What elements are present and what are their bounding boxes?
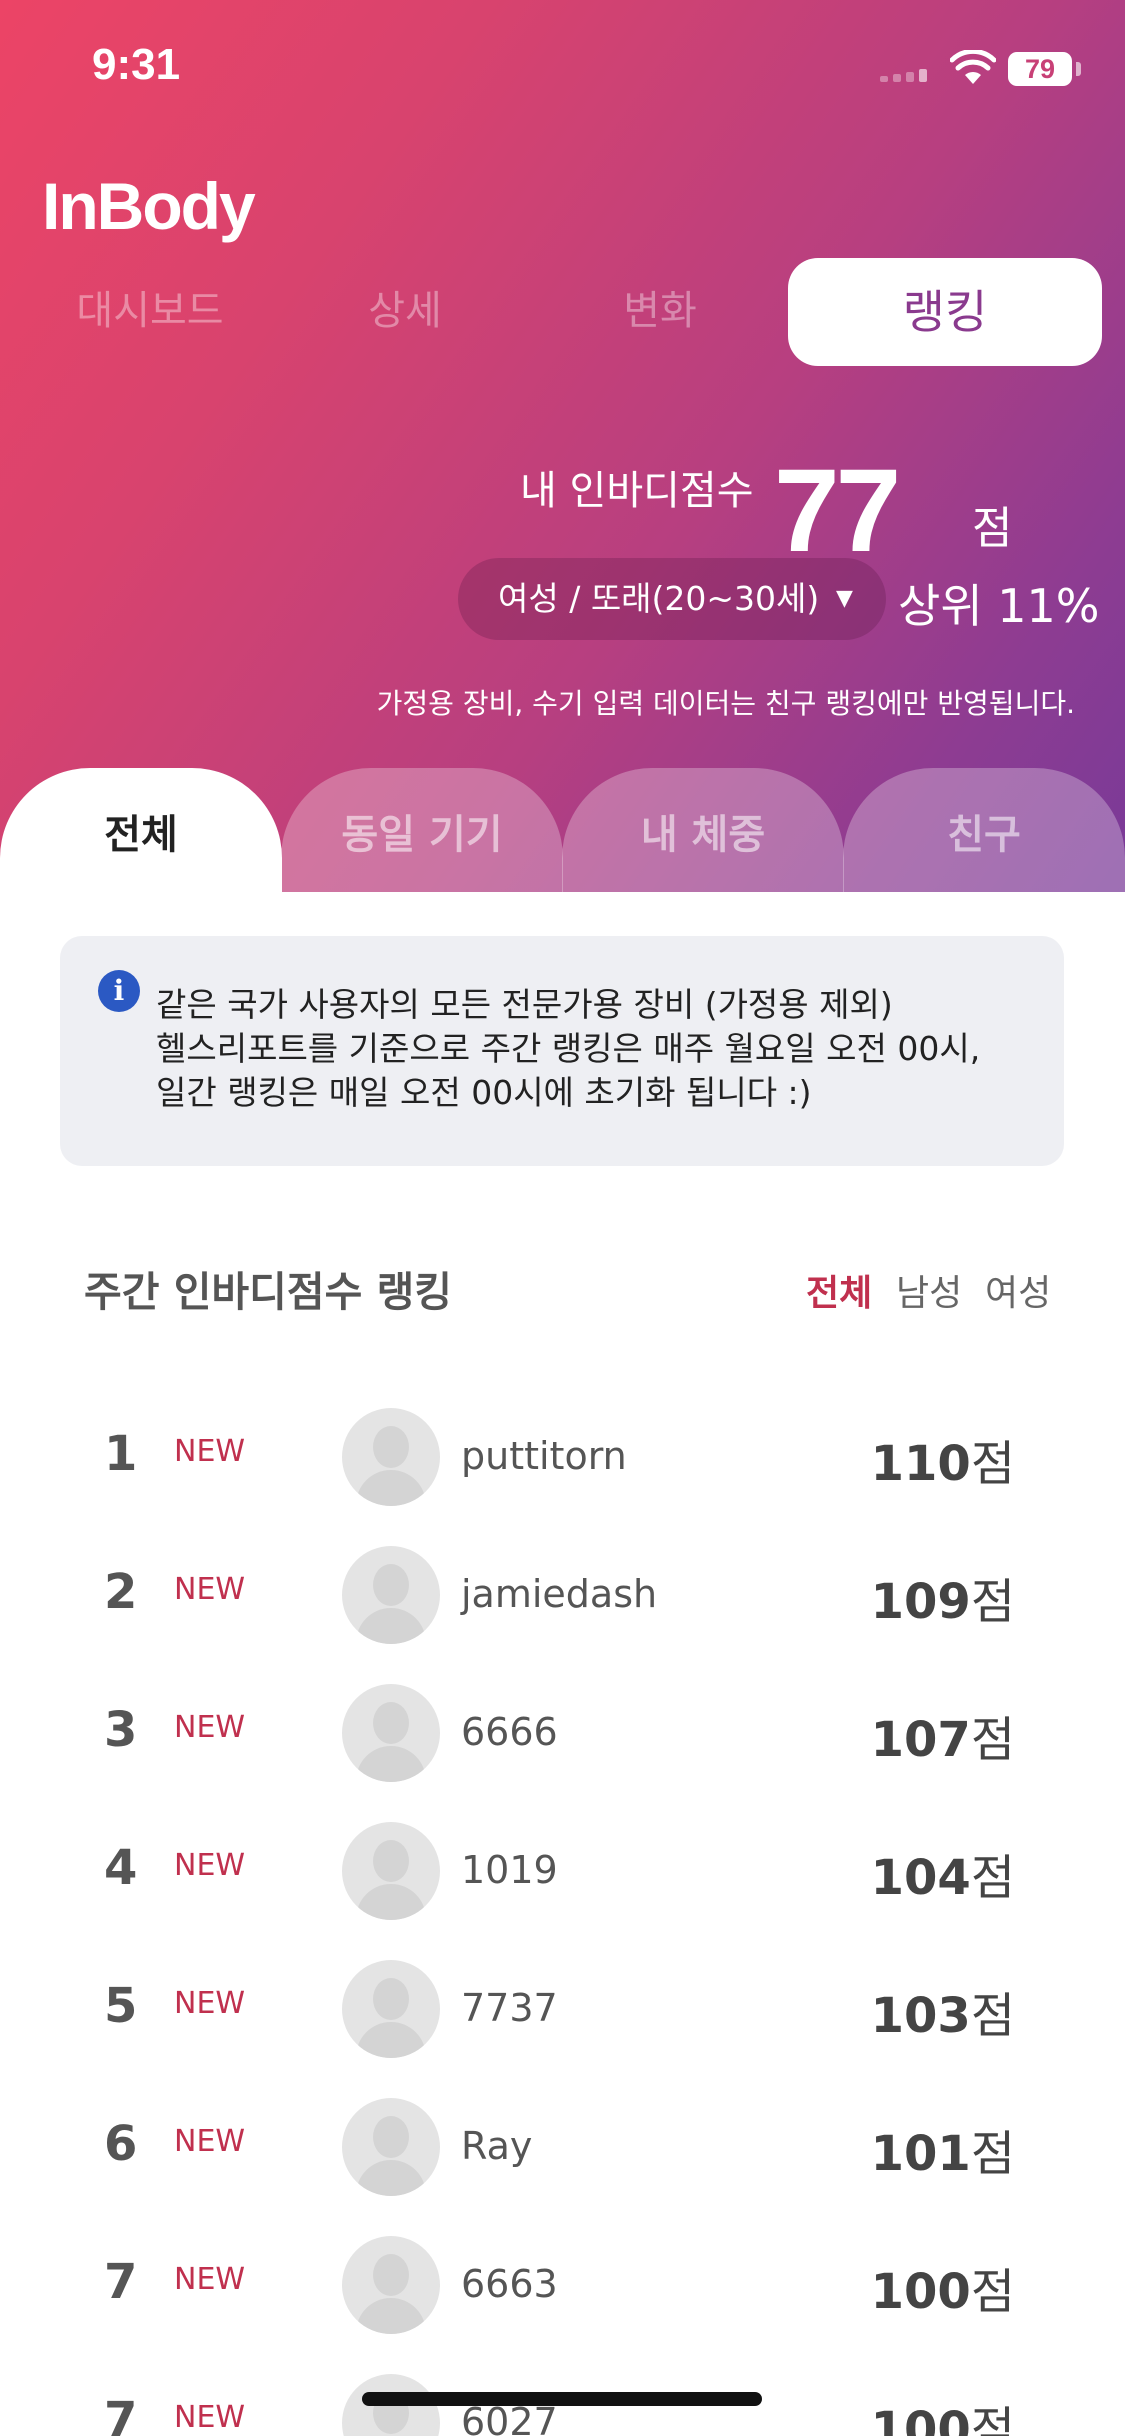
score-unit: 점 [972, 503, 1013, 554]
tab-detail[interactable]: 상세 [300, 272, 510, 350]
ranking-row[interactable]: 4 NEW 1019 104점 [0, 1800, 1125, 1938]
rank-percentile: 상위 11% [898, 579, 1100, 633]
info-line: 같은 국가 사용자의 모든 전문가용 장비 (가정용 제외) [156, 985, 893, 1024]
info-line: 헬스리포트를 기준으로 주간 랭킹은 매주 월요일 오전 00시, [156, 1029, 981, 1068]
app-logo: InBody [42, 169, 256, 243]
info-box: i 같은 국가 사용자의 모든 전문가용 장비 (가정용 제외) 헬스리포트를 … [60, 936, 1064, 1166]
ranking-title: 주간 인바디점수 랭킹 [84, 1268, 453, 1316]
tab-my-weight[interactable]: 내 체중 [562, 768, 844, 892]
user-score: 100점 [870, 2402, 1015, 2436]
battery-icon: 79 [1008, 52, 1072, 86]
rank-number: 5 [104, 1978, 138, 2034]
new-badge: NEW [174, 1572, 246, 1607]
user-name: Ray [461, 2124, 533, 2168]
user-score: 109점 [870, 1574, 1015, 1630]
new-badge: NEW [174, 2124, 246, 2159]
rank-number: 2 [104, 1564, 138, 1620]
tab-same-device[interactable]: 동일 기기 [281, 768, 563, 892]
new-badge: NEW [174, 2262, 246, 2297]
info-icon: i [98, 970, 140, 1012]
avatar [342, 2098, 440, 2196]
ranking-row[interactable]: 7 NEW 6663 100점 [0, 2214, 1125, 2352]
user-name: 6663 [461, 2262, 558, 2306]
rank-number: 7 [104, 2254, 138, 2310]
new-badge: NEW [174, 1434, 246, 1469]
ranking-row[interactable]: 2 NEW jamiedash 109점 [0, 1524, 1125, 1662]
user-score: 107점 [870, 1712, 1015, 1768]
user-name: 7737 [461, 1986, 558, 2030]
wifi-icon [950, 50, 996, 84]
tab-friends[interactable]: 친구 [843, 768, 1125, 892]
tab-all[interactable]: 전체 [0, 768, 282, 892]
avatar [342, 1822, 440, 1920]
user-score: 110점 [870, 1436, 1015, 1492]
ranking-row[interactable]: 6 NEW Ray 101점 [0, 2076, 1125, 2214]
tab-change[interactable]: 변화 [555, 272, 765, 350]
status-time: 9:31 [92, 40, 181, 89]
rank-number: 4 [104, 1840, 138, 1896]
group-filter-dropdown[interactable]: 여성 / 또래(20~30세) ▼ [458, 558, 886, 640]
caret-down-icon: ▼ [836, 586, 853, 611]
ranking-row[interactable]: 3 NEW 6666 107점 [0, 1662, 1125, 1800]
gender-filter-male[interactable]: 남성 [896, 1264, 962, 1316]
battery-nub [1076, 62, 1081, 76]
score-value: 77 [774, 445, 901, 577]
avatar [342, 1546, 440, 1644]
avatar [342, 2236, 440, 2334]
new-badge: NEW [174, 1710, 246, 1745]
user-name: 1019 [461, 1848, 558, 1892]
rank-number: 1 [104, 1426, 138, 1482]
ranking-row[interactable]: 1 NEW puttitorn 110점 [0, 1386, 1125, 1524]
user-score: 103점 [870, 1988, 1015, 2044]
avatar [342, 1684, 440, 1782]
user-score: 100점 [870, 2264, 1015, 2320]
new-badge: NEW [174, 1848, 246, 1883]
rank-number: 6 [104, 2116, 138, 2172]
user-name: 6666 [461, 1710, 558, 1754]
gender-filter-all[interactable]: 전체 [806, 1264, 872, 1316]
ranking-notice: 가정용 장비, 수기 입력 데이터는 친구 랭킹에만 반영됩니다. [376, 687, 1075, 720]
home-indicator[interactable] [362, 2392, 762, 2406]
user-name: jamiedash [461, 1572, 658, 1616]
rank-number: 7 [104, 2392, 138, 2436]
gender-filter-female[interactable]: 여성 [985, 1264, 1051, 1316]
tab-ranking[interactable]: 랭킹 [788, 258, 1102, 366]
new-badge: NEW [174, 1986, 246, 2021]
score-label: 내 인바디점수 [520, 468, 754, 514]
new-badge: NEW [174, 2400, 246, 2435]
cellular-signal-icon [880, 66, 940, 82]
rank-number: 3 [104, 1702, 138, 1758]
header-background [0, 0, 1125, 892]
user-score: 104점 [870, 1850, 1015, 1906]
ranking-row[interactable]: 5 NEW 7737 103점 [0, 1938, 1125, 2076]
user-score: 101점 [870, 2126, 1015, 2182]
user-name: puttitorn [461, 1434, 627, 1478]
avatar [342, 1960, 440, 2058]
avatar [342, 1408, 440, 1506]
tab-dashboard[interactable]: 대시보드 [40, 272, 260, 350]
info-line: 일간 랭킹은 매일 오전 00시에 초기화 됩니다 :) [156, 1073, 812, 1112]
group-filter-label: 여성 / 또래(20~30세) [498, 579, 820, 618]
